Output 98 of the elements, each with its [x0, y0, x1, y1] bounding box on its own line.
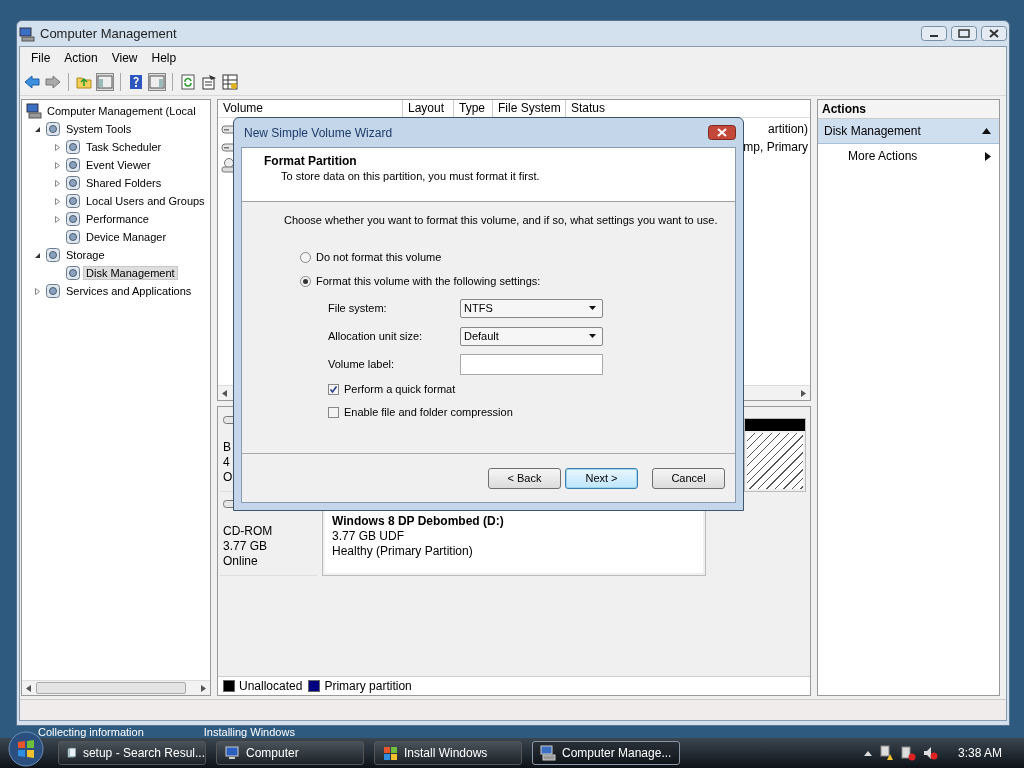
table-cell-text: artition) [768, 122, 809, 136]
taskbar-button[interactable]: Computer Manage... [532, 741, 680, 765]
dialog-heading: Format Partition [264, 154, 358, 168]
dialog-button[interactable]: Next > [565, 467, 638, 489]
close-icon[interactable] [981, 26, 1007, 41]
expanded-arrow-icon[interactable] [34, 251, 41, 259]
tree-item[interactable]: Computer Management (Local [45, 105, 198, 117]
disk-info-text: 4 [223, 455, 231, 470]
disk-info-text: B [223, 440, 232, 455]
clock[interactable]: 3:38 AM [957, 746, 1002, 760]
tree-item[interactable]: Event Viewer [84, 159, 153, 171]
tree-item[interactable]: Disk Management [84, 267, 177, 279]
tree-item[interactable]: Local Users and Groups [84, 195, 207, 207]
left-arrow-icon[interactable] [222, 389, 228, 397]
tree-item[interactable]: Task Scheduler [84, 141, 164, 153]
field-label: Volume label: [328, 358, 396, 370]
actions-title: Actions [818, 100, 999, 119]
disk-info-text: CD-ROM [223, 524, 274, 539]
legend-label: Unallocated [239, 679, 303, 693]
disk-info-text: Online [223, 554, 259, 569]
minimize-icon[interactable] [921, 26, 947, 41]
collapsed-arrow-icon[interactable] [54, 197, 61, 205]
monitor-icon [224, 745, 240, 761]
left-arrow-icon[interactable] [26, 684, 32, 692]
radio-label[interactable]: Do not format this volume [316, 251, 442, 263]
menu-item[interactable]: View [104, 49, 145, 67]
checkbox[interactable] [328, 406, 339, 418]
dialog-subheading: To store data on this partition, you must format it first. [280, 169, 541, 182]
tree-item[interactable]: Device Manager [84, 231, 169, 243]
table-cell-text: mp, Primary [743, 140, 809, 154]
unallocated-partition[interactable] [744, 418, 806, 492]
collapsed-arrow-icon[interactable] [54, 161, 61, 169]
right-arrow-icon[interactable] [800, 389, 806, 397]
computer-icon [26, 103, 42, 119]
tree-item[interactable]: System Tools [64, 123, 134, 135]
computer-icon [19, 25, 35, 42]
collapse-arrow-icon[interactable] [982, 128, 991, 134]
dialog-button[interactable]: < Back [488, 467, 561, 489]
window-title: Computer Management [40, 26, 178, 41]
radio-selected[interactable] [300, 275, 311, 287]
partition-size: 3.77 GB UDF [332, 528, 406, 543]
disk-info-text: O [223, 470, 234, 485]
dialog-button[interactable]: Cancel [652, 467, 725, 489]
tree-item[interactable]: Shared Folders [84, 177, 164, 189]
dialog-title: New Simple Volume Wizard [244, 125, 393, 140]
collapsed-arrow-icon[interactable] [54, 215, 61, 223]
dropdown-arrow-icon [589, 334, 596, 338]
folder-icon[interactable] [76, 74, 92, 90]
tree-item[interactable]: Services and Applications [64, 285, 194, 297]
dropdown[interactable]: Default [460, 326, 603, 346]
dropdown[interactable]: NTFS [460, 298, 603, 318]
right-arrow-icon[interactable] [200, 684, 206, 692]
partition-status: Healthy (Primary Partition) [332, 543, 474, 558]
taskbar-button[interactable]: Computer [216, 741, 364, 765]
grid-icon[interactable] [222, 74, 238, 90]
collapsed-arrow-icon[interactable] [34, 287, 41, 295]
maximize-icon[interactable] [951, 26, 977, 41]
menu-item[interactable]: Action [57, 49, 105, 67]
dropdown-arrow-icon [589, 306, 596, 310]
menu-item[interactable]: File [24, 49, 58, 67]
menu-item[interactable]: Help [144, 49, 184, 67]
computer-icon [540, 745, 556, 761]
legend-label: Primary partition [324, 679, 412, 693]
checkbox-label[interactable]: Perform a quick format [344, 383, 456, 395]
radio-button[interactable] [300, 251, 311, 263]
tree-item[interactable]: Storage [64, 249, 107, 261]
close-icon[interactable] [708, 125, 736, 140]
action-item[interactable]: More Actions [818, 144, 999, 168]
taskbar-button[interactable]: setup - Search Resul... [58, 741, 206, 765]
instruction-text: Choose whether you want to format this volume, and if so, what settings you want to use. [284, 214, 719, 226]
disk-info-text: 3.77 GB [223, 539, 269, 554]
checkbox-label[interactable]: Enable file and folder compression [344, 406, 513, 418]
radio-label[interactable]: Format this volume with the following settings: [316, 275, 541, 287]
forward-arrow-icon[interactable] [45, 74, 61, 90]
refresh-icon[interactable] [180, 74, 196, 90]
collapsed-arrow-icon[interactable] [54, 143, 61, 151]
checkbox-checked[interactable] [328, 383, 339, 395]
background-text: Installing Windows [203, 726, 295, 738]
window-stack-icon [66, 745, 77, 761]
input-field[interactable] [460, 353, 603, 375]
back-arrow-icon[interactable] [24, 74, 40, 90]
actions-group-header[interactable]: Disk Management [818, 119, 999, 144]
tree-item[interactable]: Performance [84, 213, 151, 225]
horizontal-scrollbar[interactable] [22, 680, 210, 695]
show-hidden-icon[interactable] [863, 750, 872, 756]
speaker-muted-icon[interactable] [921, 745, 938, 761]
collapsed-arrow-icon[interactable] [54, 179, 61, 187]
field-label: Allocation unit size: [328, 330, 424, 342]
help-icon[interactable] [128, 74, 144, 90]
column-header[interactable]: Status [566, 100, 810, 117]
expanded-arrow-icon[interactable] [34, 125, 41, 133]
submenu-arrow-icon [985, 151, 991, 161]
partition-name: Windows 8 DP Debombed (D:) [332, 514, 505, 528]
actions-group-label: Disk Management [824, 124, 921, 138]
action-label[interactable]: More Actions [848, 149, 918, 163]
background-text: Collecting information [38, 726, 144, 738]
field-label: File system: [328, 302, 388, 314]
taskbar-button[interactable]: Install Windows [374, 741, 522, 765]
